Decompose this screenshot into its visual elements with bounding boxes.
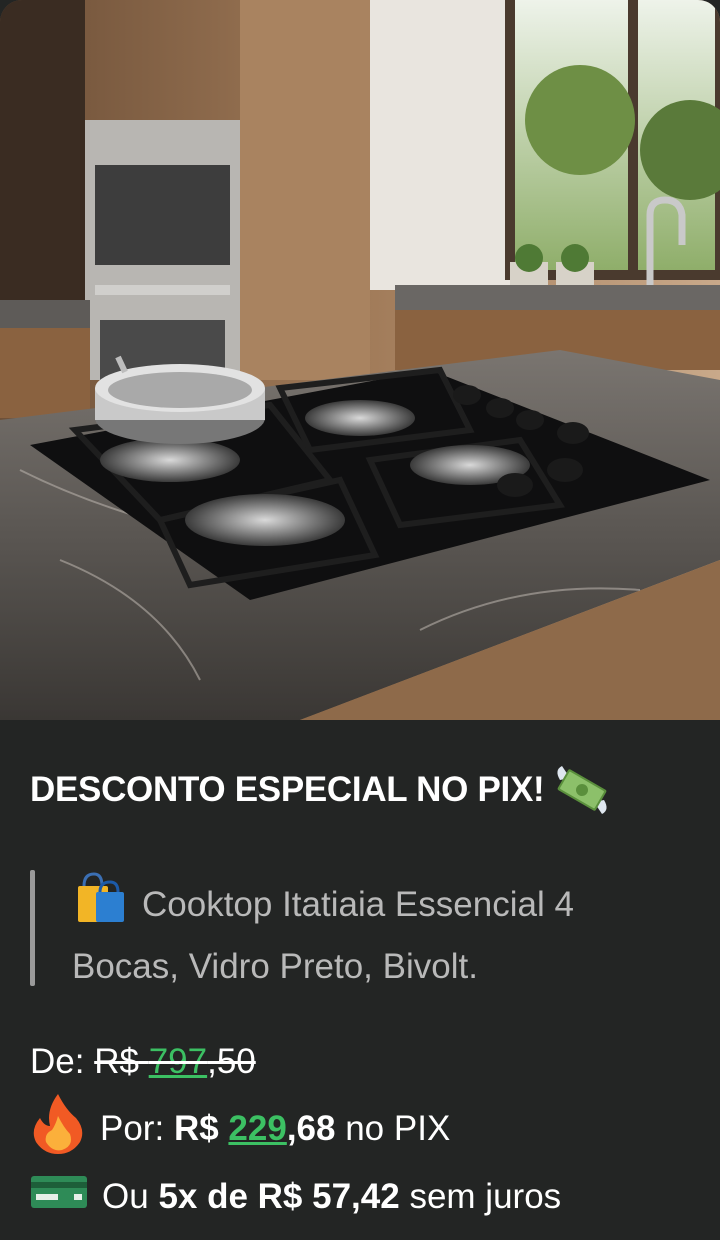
- credit-card-icon: [30, 1172, 88, 1221]
- quote-text: Cooktop Itatiaia Essencial 4 Bocas, Vidr…: [72, 885, 574, 986]
- price-pix-suffix: no PIX: [345, 1108, 451, 1148]
- price-pix-cents: ,68: [286, 1108, 336, 1148]
- price-pix-label: Por:: [100, 1108, 165, 1148]
- shopping-bags-icon: [72, 870, 128, 926]
- headline-text: DESCONTO ESPECIAL NO PIX!: [30, 770, 545, 809]
- quote-text-block: Cooktop Itatiaia Essencial 4 Bocas, Vidr…: [72, 870, 682, 998]
- flying-money-icon: [552, 760, 612, 820]
- fire-icon: [30, 1092, 86, 1165]
- product-photo[interactable]: [0, 0, 720, 720]
- message-card: DESCONTO ESPECIAL NO PIX! Cooktop Itatia…: [0, 0, 720, 1240]
- price-pix-currency: R$: [173, 1108, 219, 1148]
- installments-bold: 5x de R$ 57,42: [158, 1176, 400, 1216]
- installments-prefix: Ou: [102, 1176, 149, 1216]
- cooktop-photo: [0, 0, 720, 720]
- price-from-cents: ,50: [207, 1042, 256, 1081]
- price-from-currency: R$: [94, 1042, 139, 1081]
- price-from-line: De: R$ 797,50: [30, 1042, 256, 1082]
- installments-suffix: sem juros: [409, 1176, 562, 1216]
- price-from-whole[interactable]: 797: [149, 1042, 207, 1081]
- quote-bar: [30, 870, 35, 986]
- price-pix-whole[interactable]: 229: [228, 1109, 286, 1149]
- price-from-value: R$ 797,50: [94, 1042, 256, 1082]
- headline: DESCONTO ESPECIAL NO PIX!: [30, 760, 612, 820]
- price-pix-line: Por: R$ 229,68 no PIX: [30, 1092, 450, 1165]
- installments-line: Ou 5x de R$ 57,42 sem juros: [30, 1172, 561, 1221]
- price-from-label: De:: [30, 1042, 85, 1081]
